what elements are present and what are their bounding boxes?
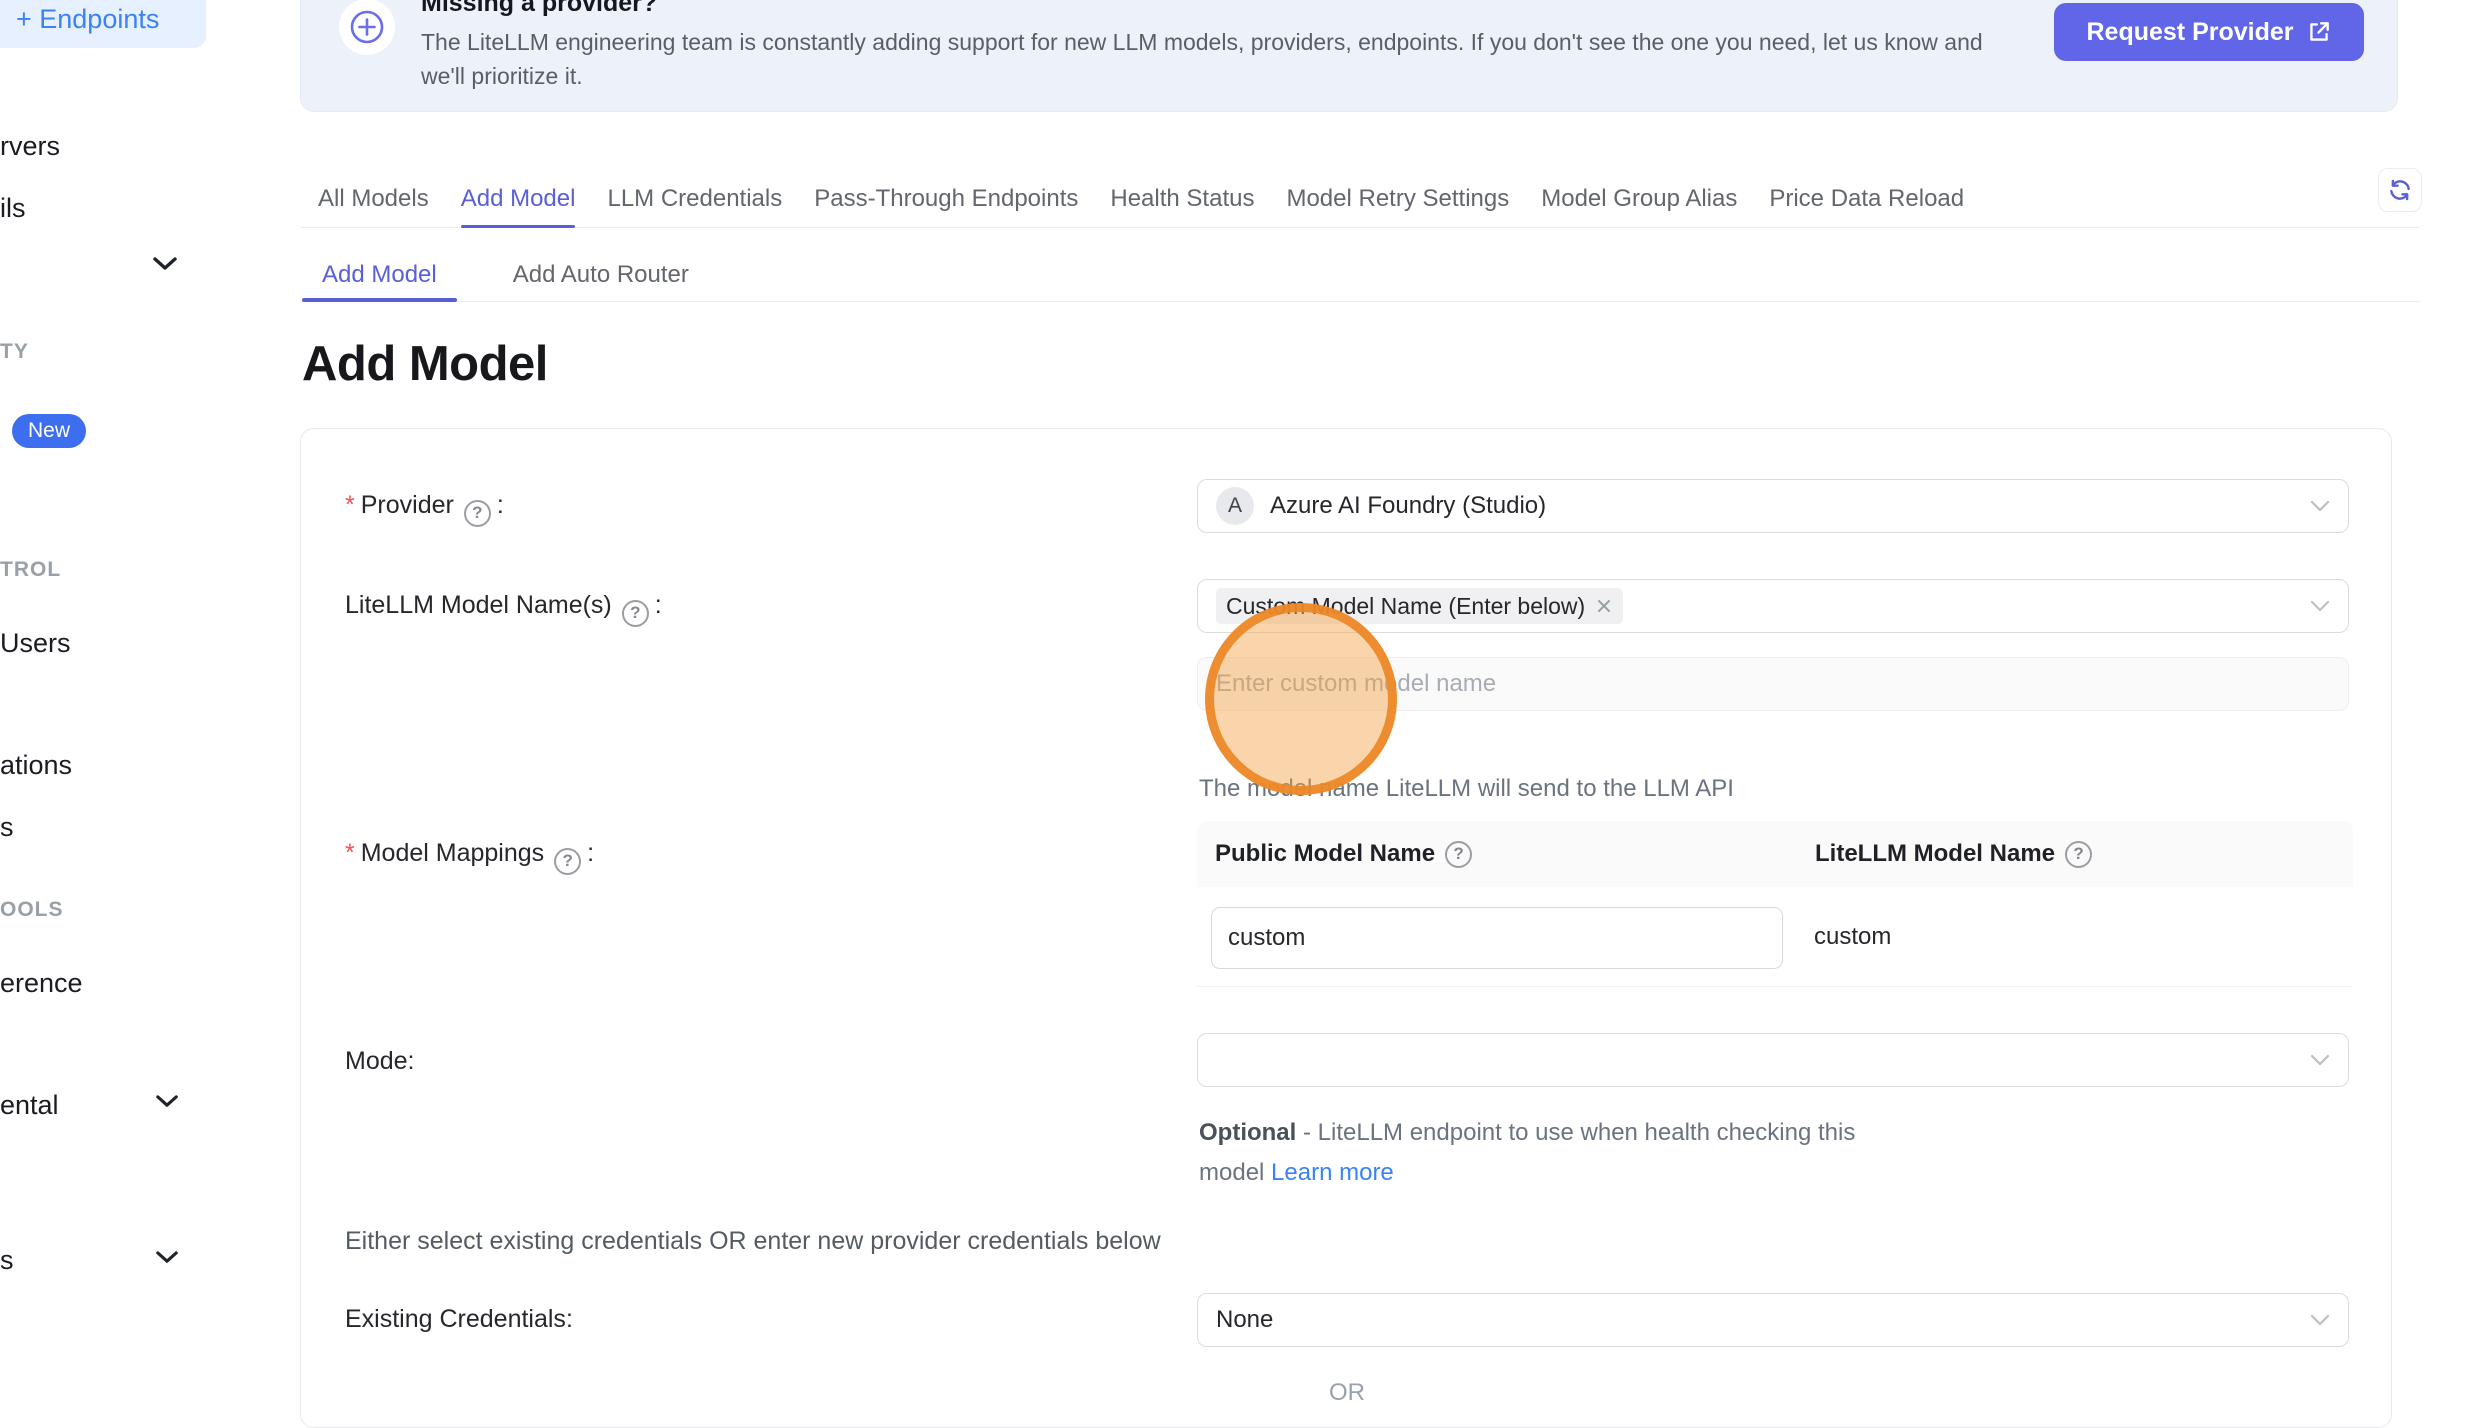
missing-provider-banner: Missing a provider? The LiteLLM engineer…: [300, 0, 2398, 112]
table-row: custom: [1197, 887, 2353, 987]
tab-llm-credentials[interactable]: LLM Credentials: [607, 170, 782, 227]
request-provider-label: Request Provider: [2086, 18, 2293, 47]
chevron-down-icon: [2310, 600, 2330, 612]
or-divider: OR: [301, 1379, 2393, 1407]
chevron-down-icon: [2310, 1314, 2330, 1326]
new-badge: New: [12, 414, 86, 448]
help-icon[interactable]: ?: [1445, 841, 1472, 868]
model-tabs: All Models Add Model LLM Credentials Pas…: [300, 170, 2420, 228]
sidebar: + Endpoints rvers ils TY New TROL Users …: [0, 0, 300, 1385]
table-header-row: Public Model Name ? LiteLLM Model Name ?: [1197, 821, 2353, 887]
existing-credentials-select[interactable]: None: [1197, 1293, 2349, 1347]
existing-credentials-value: None: [1216, 1306, 1273, 1334]
subtab-add-model[interactable]: Add Model: [300, 248, 459, 301]
provider-value: Azure AI Foundry (Studio): [1270, 492, 1546, 520]
subtab-add-auto-router[interactable]: Add Auto Router: [491, 248, 711, 301]
close-icon[interactable]: [1595, 597, 1613, 615]
mode-select[interactable]: [1197, 1033, 2349, 1087]
column-litellm-model-name: LiteLLM Model Name ?: [1797, 840, 2098, 868]
learn-more-link[interactable]: Learn more: [1271, 1159, 1394, 1186]
tab-all-models[interactable]: All Models: [318, 170, 429, 227]
main-content: Missing a provider? The LiteLLM engineer…: [300, 0, 2424, 1385]
custom-model-helper: The model name LiteLLM will send to the …: [1199, 775, 1734, 803]
credentials-note: Either select existing credentials OR en…: [345, 1227, 1161, 1256]
request-provider-button[interactable]: Request Provider: [2054, 3, 2364, 61]
litellm-names-select[interactable]: Custom Model Name (Enter below): [1197, 579, 2349, 633]
sidebar-item-settings[interactable]: s: [0, 1245, 14, 1276]
model-mappings-table: Public Model Name ? LiteLLM Model Name ?…: [1197, 821, 2353, 987]
sidebar-section-security: TY: [0, 340, 29, 364]
sidebar-section-tools: OOLS: [0, 898, 64, 922]
help-icon[interactable]: ?: [2065, 841, 2092, 868]
custom-model-name-input[interactable]: [1197, 657, 2349, 711]
mode-helper: Optional - LiteLLM endpoint to use when …: [1199, 1113, 1899, 1193]
sidebar-item-organizations[interactable]: ations: [0, 750, 72, 781]
sidebar-section-access-control: TROL: [0, 558, 61, 582]
public-model-name-input[interactable]: [1211, 907, 1783, 969]
sidebar-item-experimental[interactable]: ental: [0, 1090, 59, 1121]
sidebar-item-servers[interactable]: rvers: [0, 131, 60, 162]
help-icon[interactable]: ?: [464, 500, 491, 527]
banner-description: The LiteLLM engineering team is constant…: [421, 25, 2011, 93]
add-model-form-card: *Provider?: A Azure AI Foundry (Studio) …: [300, 428, 2392, 1428]
tab-model-retry-settings[interactable]: Model Retry Settings: [1286, 170, 1509, 227]
required-marker: *: [345, 491, 355, 519]
sidebar-item-teams[interactable]: s: [0, 812, 14, 843]
tab-price-data-reload[interactable]: Price Data Reload: [1769, 170, 1964, 227]
model-name-tag: Custom Model Name (Enter below): [1216, 588, 1623, 624]
banner-title: Missing a provider?: [421, 0, 657, 18]
existing-credentials-label: Existing Credentials:: [345, 1305, 573, 1334]
provider-label: *Provider?:: [345, 491, 504, 527]
sidebar-item-details[interactable]: ils: [0, 193, 26, 224]
sidebar-item-users[interactable]: Users: [0, 628, 71, 659]
provider-select[interactable]: A Azure AI Foundry (Studio): [1197, 479, 2349, 533]
chevron-down-icon[interactable]: [155, 1250, 179, 1265]
mode-label: Mode:: [345, 1047, 415, 1076]
chevron-down-icon[interactable]: [152, 256, 178, 272]
required-marker: *: [345, 839, 355, 867]
litellm-model-name-cell: custom: [1814, 887, 1891, 987]
tab-pass-through-endpoints[interactable]: Pass-Through Endpoints: [814, 170, 1078, 227]
plus-circle-icon: [339, 0, 395, 55]
sidebar-item-reference[interactable]: erence: [0, 968, 83, 999]
refresh-icon: [2387, 177, 2413, 203]
external-link-icon: [2306, 19, 2332, 45]
chevron-down-icon: [2310, 1054, 2330, 1066]
chevron-down-icon[interactable]: [155, 1094, 179, 1109]
sidebar-item-endpoints[interactable]: + Endpoints: [0, 0, 206, 48]
tab-add-model[interactable]: Add Model: [461, 170, 576, 227]
refresh-button[interactable]: [2378, 168, 2422, 212]
column-public-model-name: Public Model Name ?: [1197, 840, 1797, 868]
chevron-down-icon: [2310, 500, 2330, 512]
help-icon[interactable]: ?: [554, 848, 581, 875]
sidebar-item-label: + Endpoints: [16, 4, 159, 35]
page-title: Add Model: [302, 336, 548, 392]
provider-avatar: A: [1216, 487, 1254, 525]
add-model-subtabs: Add Model Add Auto Router: [300, 248, 2420, 302]
tab-model-group-alias[interactable]: Model Group Alias: [1541, 170, 1737, 227]
model-mappings-label: *Model Mappings?:: [345, 839, 594, 875]
help-icon[interactable]: ?: [622, 600, 649, 627]
tab-health-status[interactable]: Health Status: [1110, 170, 1254, 227]
litellm-names-label: LiteLLM Model Name(s)?:: [345, 591, 662, 627]
